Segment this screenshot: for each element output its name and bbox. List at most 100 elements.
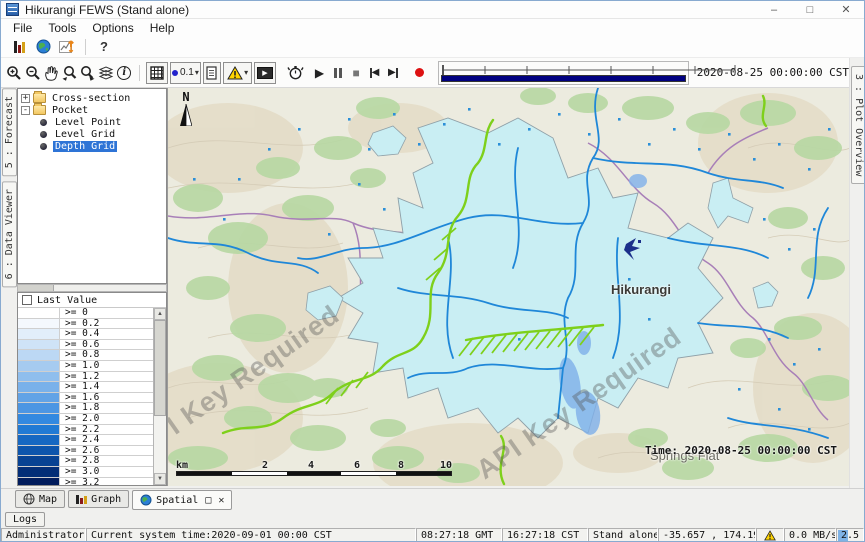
menu-item[interactable]: Options (84, 21, 141, 35)
globe-wireframe-icon (23, 493, 35, 505)
step-forward-bar (396, 68, 398, 78)
tree-item-icon (40, 131, 47, 138)
title-bar: Hikurangi FEWS (Stand alone) – □ ✕ (1, 1, 864, 19)
tab-label: Map (39, 494, 57, 505)
tab-close-icon[interactable]: ✕ (218, 495, 224, 506)
step-back-icon: ◀ (372, 67, 380, 78)
scroll-up-button[interactable]: ▲ (154, 308, 166, 320)
zoom-next-button[interactable] (78, 62, 96, 84)
database-viewer-button[interactable] (7, 37, 31, 57)
layers-button[interactable] (97, 62, 115, 84)
legend-swatch (18, 308, 60, 318)
info-button[interactable]: i (115, 62, 133, 84)
record-button[interactable] (410, 62, 428, 84)
logs-button[interactable]: Logs (5, 512, 45, 527)
side-tab[interactable]: 5 : Forecast (2, 88, 17, 176)
animation-window-button[interactable]: ▶ (254, 62, 276, 84)
legend-row[interactable]: >= 3.0 (18, 467, 153, 478)
legend-row-label: >= 0.6 (60, 340, 99, 350)
tree-item-label[interactable]: Depth Grid (53, 141, 117, 152)
legend-swatch (18, 435, 60, 445)
legend-row-label: >= 0.2 (60, 319, 99, 329)
legend-row-label: >= 2.8 (60, 456, 99, 466)
pan-button[interactable] (42, 62, 60, 84)
label-toggle-button[interactable] (203, 62, 222, 84)
warning-threshold-dropdown[interactable]: ▾ (223, 62, 252, 84)
tab-maximize-icon[interactable]: □ (205, 495, 211, 506)
legend-row-label: >= 1.2 (60, 372, 99, 382)
legend-row[interactable]: >= 0 (18, 308, 153, 319)
status-local-time: 16:27:18 CST (502, 528, 588, 542)
status-warning-cell[interactable] (756, 528, 784, 542)
stop-button[interactable]: ■ (347, 62, 365, 84)
application-window: Hikurangi FEWS (Stand alone) – □ ✕ FileT… (0, 0, 865, 542)
right-tab-strip: 3 : Plot Overview (849, 58, 865, 488)
tree-row: Level Grid (18, 128, 166, 140)
side-tab[interactable]: 3 : Plot Overview (851, 66, 865, 184)
scale-tick: 4 (308, 460, 314, 471)
chevron-down-icon: ▾ (244, 68, 248, 77)
map-canvas[interactable] (168, 88, 849, 486)
tree-item-label[interactable]: Level Grid (53, 129, 117, 140)
legend-vertical-scrollbar[interactable]: ▲ ▼ (153, 308, 166, 485)
pause-icon (334, 68, 342, 78)
tab-map[interactable]: Map (15, 490, 65, 508)
map-time-label: Time: 2020-08-25 00:00:00 CST (645, 444, 837, 457)
timeseries-dialog-button[interactable] (55, 37, 79, 57)
step-forward-button[interactable]: ▶ (384, 62, 402, 84)
tab-spatial[interactable]: Spatial □ ✕ (132, 490, 232, 510)
legend-swatch (18, 414, 60, 424)
contour-interval-dropdown[interactable]: 0.1 ▾ (170, 62, 200, 84)
tree-item-label[interactable]: Cross-section (50, 93, 132, 104)
toolbar-separator (139, 65, 140, 81)
tab-label: Graph (91, 494, 121, 505)
tree-row: Level Point (18, 116, 166, 128)
toolbar-separator (85, 39, 86, 55)
scrollbar-thumb[interactable] (18, 285, 54, 291)
animation-timer-button[interactable] (286, 62, 304, 84)
tree-expander[interactable]: - (21, 106, 30, 115)
maximize-button[interactable]: □ (792, 1, 828, 18)
last-value-checkbox[interactable] (22, 295, 32, 305)
scrollbar-thumb[interactable] (154, 320, 166, 416)
menu-item[interactable]: File (5, 21, 40, 35)
timeline-span-bar[interactable] (441, 75, 685, 82)
legend-swatch (18, 456, 60, 466)
play-button[interactable]: ▶ (310, 62, 328, 84)
tree-horizontal-scrollbar[interactable] (17, 284, 167, 292)
status-memory: 2.5 GB (836, 528, 864, 542)
zoom-previous-button[interactable] (60, 62, 78, 84)
legend-row[interactable]: >= 3.2 (18, 478, 153, 486)
scroll-down-button[interactable]: ▼ (154, 473, 166, 485)
map-display-button[interactable] (31, 37, 55, 57)
chevron-down-icon: ▾ (195, 68, 199, 77)
legend-swatch (18, 329, 60, 339)
menu-item[interactable]: Tools (40, 21, 84, 35)
globe-icon (140, 494, 152, 506)
minimize-button[interactable]: – (756, 1, 792, 18)
close-button[interactable]: ✕ (828, 1, 864, 18)
legend-row-label: >= 2.6 (60, 446, 99, 456)
legend-row[interactable]: >= 2.0 (18, 414, 153, 425)
info-icon: i (117, 66, 131, 80)
timeline-slider[interactable] (438, 61, 688, 85)
left-tab-strip: 5 : Forecast 6 : Data Viewer (1, 88, 17, 488)
tree-expander[interactable]: + (21, 94, 30, 103)
menu-item[interactable]: Help (142, 21, 183, 35)
legend-row-label: >= 3.2 (60, 478, 99, 486)
help-icon: ? (100, 39, 108, 54)
grid-display-button[interactable] (146, 62, 168, 84)
help-button[interactable]: ? (92, 37, 116, 57)
side-tab[interactable]: 6 : Data Viewer (2, 181, 17, 287)
zoom-out-button[interactable] (23, 62, 41, 84)
map-view[interactable]: N API Key Required API Key Required Hiku… (167, 88, 849, 486)
status-system-time: Current system time:2020-09-01 00:00 CST (86, 528, 416, 542)
tree-item-label[interactable]: Pocket (50, 105, 90, 116)
tab-graph[interactable]: Graph (68, 490, 129, 508)
pause-button[interactable] (329, 62, 347, 84)
step-back-button[interactable]: ◀ (365, 62, 383, 84)
legend-row[interactable]: >= 1.0 (18, 361, 153, 372)
interval-dot-icon (172, 70, 178, 76)
tree-item-label[interactable]: Level Point (53, 117, 123, 128)
zoom-in-button[interactable] (5, 62, 23, 84)
